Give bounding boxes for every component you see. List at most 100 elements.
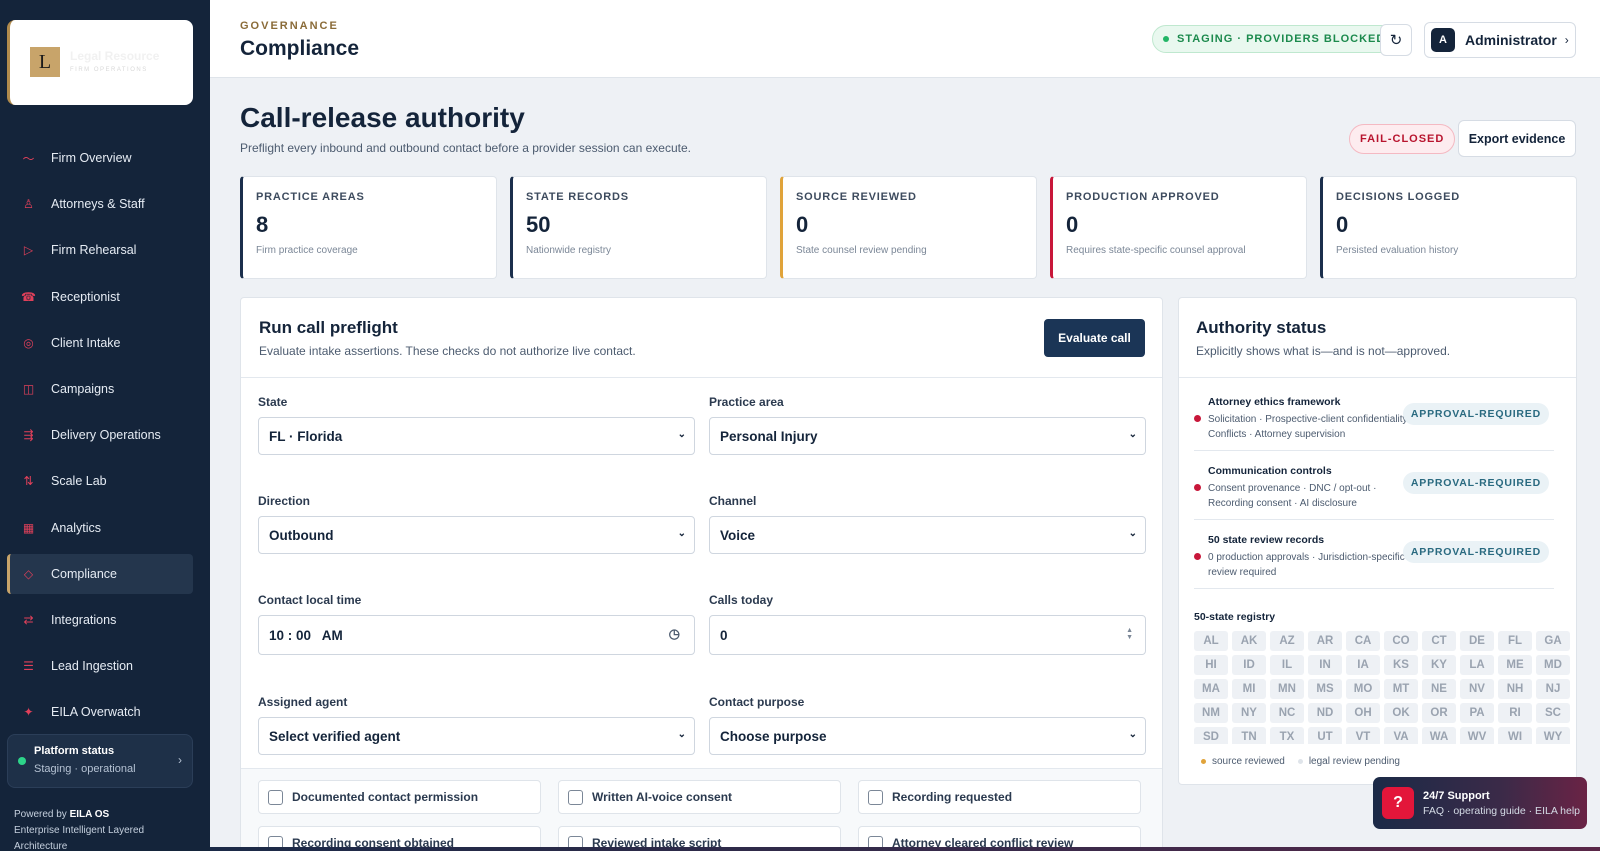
state-chip-oh[interactable]: OH <box>1346 703 1380 723</box>
state-chip-nm[interactable]: NM <box>1194 703 1228 723</box>
stepper-icon[interactable]: ▲ ▼ <box>1126 627 1133 641</box>
state-chip-ok[interactable]: OK <box>1384 703 1418 723</box>
state-chip-al[interactable]: AL <box>1194 631 1228 651</box>
local-time-input[interactable]: 10 : 00 AM ◷ <box>258 615 695 655</box>
state-chip-ar[interactable]: AR <box>1308 631 1342 651</box>
state-chip-nv[interactable]: NV <box>1460 679 1494 699</box>
local-time-value: 10 : 00 AM <box>269 627 343 643</box>
state-chip-wy[interactable]: WY <box>1536 727 1570 744</box>
brand-card[interactable]: L Legal Resource FIRM OPERATIONS <box>7 20 193 105</box>
grid-icon: ▦ <box>22 520 35 535</box>
state-chip-ga[interactable]: GA <box>1536 631 1570 651</box>
evaluate-call-button[interactable]: Evaluate call <box>1044 319 1145 357</box>
checkbox-recording-requested[interactable]: Recording requested <box>858 780 1141 814</box>
channel-field: Channel Voice ⌄ <box>709 494 1146 554</box>
state-chip-me[interactable]: ME <box>1498 655 1532 675</box>
sidebar-item-firm-rehearsal[interactable]: ▷ Firm Rehearsal <box>7 230 193 270</box>
state-chip-ms[interactable]: MS <box>1308 679 1342 699</box>
sidebar-item-compliance[interactable]: ◇ Compliance <box>7 553 193 594</box>
state-chip-sc[interactable]: SC <box>1536 703 1570 723</box>
state-chip-nd[interactable]: ND <box>1308 703 1342 723</box>
checkbox-icon[interactable] <box>568 789 583 805</box>
stat-subtitle: Persisted evaluation history <box>1336 245 1459 256</box>
state-chip-nh[interactable]: NH <box>1498 679 1532 699</box>
state-chip-sd[interactable]: SD <box>1194 727 1228 744</box>
state-chip-ia[interactable]: IA <box>1346 655 1380 675</box>
state-chip-ut[interactable]: UT <box>1308 727 1342 744</box>
state-chip-fl[interactable]: FL <box>1498 631 1532 651</box>
state-chip-tx[interactable]: TX <box>1270 727 1304 744</box>
state-chip-mn[interactable]: MN <box>1270 679 1304 699</box>
support-widget[interactable]: ? 24/7 Support FAQ · operating guide · E… <box>1373 777 1587 829</box>
state-chip-ky[interactable]: KY <box>1422 655 1456 675</box>
state-chip-nj[interactable]: NJ <box>1536 679 1570 699</box>
state-chip-mi[interactable]: MI <box>1232 679 1266 699</box>
state-chip-or[interactable]: OR <box>1422 703 1456 723</box>
contact-purpose-select[interactable]: Choose purpose ⌄ <box>709 717 1146 755</box>
state-chip-tn[interactable]: TN <box>1232 727 1266 744</box>
state-chip-la[interactable]: LA <box>1460 655 1494 675</box>
state-chip-il[interactable]: IL <box>1270 655 1304 675</box>
sidebar-item-attorneys-staff[interactable]: ♙ Attorneys & Staff <box>7 184 193 224</box>
sidebar-item-analytics[interactable]: ▦ Analytics <box>7 508 193 548</box>
state-field: State FL · Florida ⌄ <box>258 395 695 455</box>
sidebar-item-scale-lab[interactable]: ⇅ Scale Lab <box>7 461 193 501</box>
status-badge: APPROVAL-REQUIRED <box>1402 403 1549 425</box>
state-chip-wa[interactable]: WA <box>1422 727 1456 744</box>
sidebar-item-delivery-operations[interactable]: ⇶ Delivery Operations <box>7 415 193 455</box>
state-chip-ks[interactable]: KS <box>1384 655 1418 675</box>
state-chip-md[interactable]: MD <box>1536 655 1570 675</box>
state-chip-ak[interactable]: AK <box>1232 631 1266 651</box>
state-chip-ri[interactable]: RI <box>1498 703 1532 723</box>
state-chip-id[interactable]: ID <box>1232 655 1266 675</box>
sidebar-item-integrations[interactable]: ⇄ Integrations <box>7 600 193 640</box>
state-chip-mt[interactable]: MT <box>1384 679 1418 699</box>
state-chip-hi[interactable]: HI <box>1194 655 1228 675</box>
sidebar-item-receptionist[interactable]: ☎ Receptionist <box>7 277 193 317</box>
checkbox-icon[interactable] <box>868 789 883 805</box>
state-chip-wv[interactable]: WV <box>1460 727 1494 744</box>
checkbox-documented-contact-permission[interactable]: Documented contact permission <box>258 780 541 814</box>
authority-item-desc: Solicitation · Prospective-client confid… <box>1208 414 1414 440</box>
state-chip-wi[interactable]: WI <box>1498 727 1532 744</box>
practice-area-label: Practice area <box>709 395 784 409</box>
state-chip-va[interactable]: VA <box>1384 727 1418 744</box>
state-select[interactable]: FL · Florida ⌄ <box>258 417 695 455</box>
user-menu-button[interactable]: A Administrator › <box>1424 22 1576 58</box>
sidebar-item-campaigns[interactable]: ◫ Campaigns <box>7 369 193 409</box>
state-chip-mo[interactable]: MO <box>1346 679 1380 699</box>
checkbox-written-ai-voice-consent[interactable]: Written AI-voice consent <box>558 780 841 814</box>
state-chip-co[interactable]: CO <box>1384 631 1418 651</box>
stat-label: STATE RECORDS <box>526 191 629 203</box>
state-chip-in[interactable]: IN <box>1308 655 1342 675</box>
practice-area-select[interactable]: Personal Injury ⌄ <box>709 417 1146 455</box>
state-chip-ma[interactable]: MA <box>1194 679 1228 699</box>
sidebar-item-eila-overwatch[interactable]: ✦ EILA Overwatch <box>7 692 193 732</box>
state-chip-ny[interactable]: NY <box>1232 703 1266 723</box>
state-chip-nc[interactable]: NC <box>1270 703 1304 723</box>
stat-value: 0 <box>796 212 809 237</box>
calls-today-input[interactable]: 0 ▲ ▼ <box>709 615 1146 655</box>
state-chip-pa[interactable]: PA <box>1460 703 1494 723</box>
checkbox-icon[interactable] <box>268 789 283 805</box>
sidebar-item-firm-overview[interactable]: 〜 Firm Overview <box>7 138 193 178</box>
state-chip-ct[interactable]: CT <box>1422 631 1456 651</box>
state-chip-ca[interactable]: CA <box>1346 631 1380 651</box>
refresh-button[interactable]: ↻ <box>1380 24 1412 56</box>
sidebar-item-lead-ingestion[interactable]: ☰ Lead Ingestion <box>7 646 193 686</box>
platform-status[interactable]: Platform status Staging · operational › <box>7 734 193 788</box>
direction-select[interactable]: Outbound ⌄ <box>258 516 695 554</box>
state-chip-de[interactable]: DE <box>1460 631 1494 651</box>
support-text: 24/7 Support FAQ · operating guide · EIL… <box>1423 790 1580 817</box>
state-chip-az[interactable]: AZ <box>1270 631 1304 651</box>
contact-purpose-field: Contact purpose Choose purpose ⌄ <box>709 695 1146 755</box>
state-chip-ne[interactable]: NE <box>1422 679 1456 699</box>
channel-select[interactable]: Voice ⌄ <box>709 516 1146 554</box>
state-chip-vt[interactable]: VT <box>1346 727 1380 744</box>
sidebar-item-client-intake[interactable]: ◎ Client Intake <box>7 323 193 363</box>
stat-label: SOURCE REVIEWED <box>796 191 917 203</box>
columns-icon: ◫ <box>22 381 35 396</box>
stat-card-state-records: STATE RECORDS 50 Nationwide registry <box>510 176 767 279</box>
export-evidence-button[interactable]: Export evidence <box>1458 120 1576 157</box>
assigned-agent-select[interactable]: Select verified agent ⌄ <box>258 717 695 755</box>
